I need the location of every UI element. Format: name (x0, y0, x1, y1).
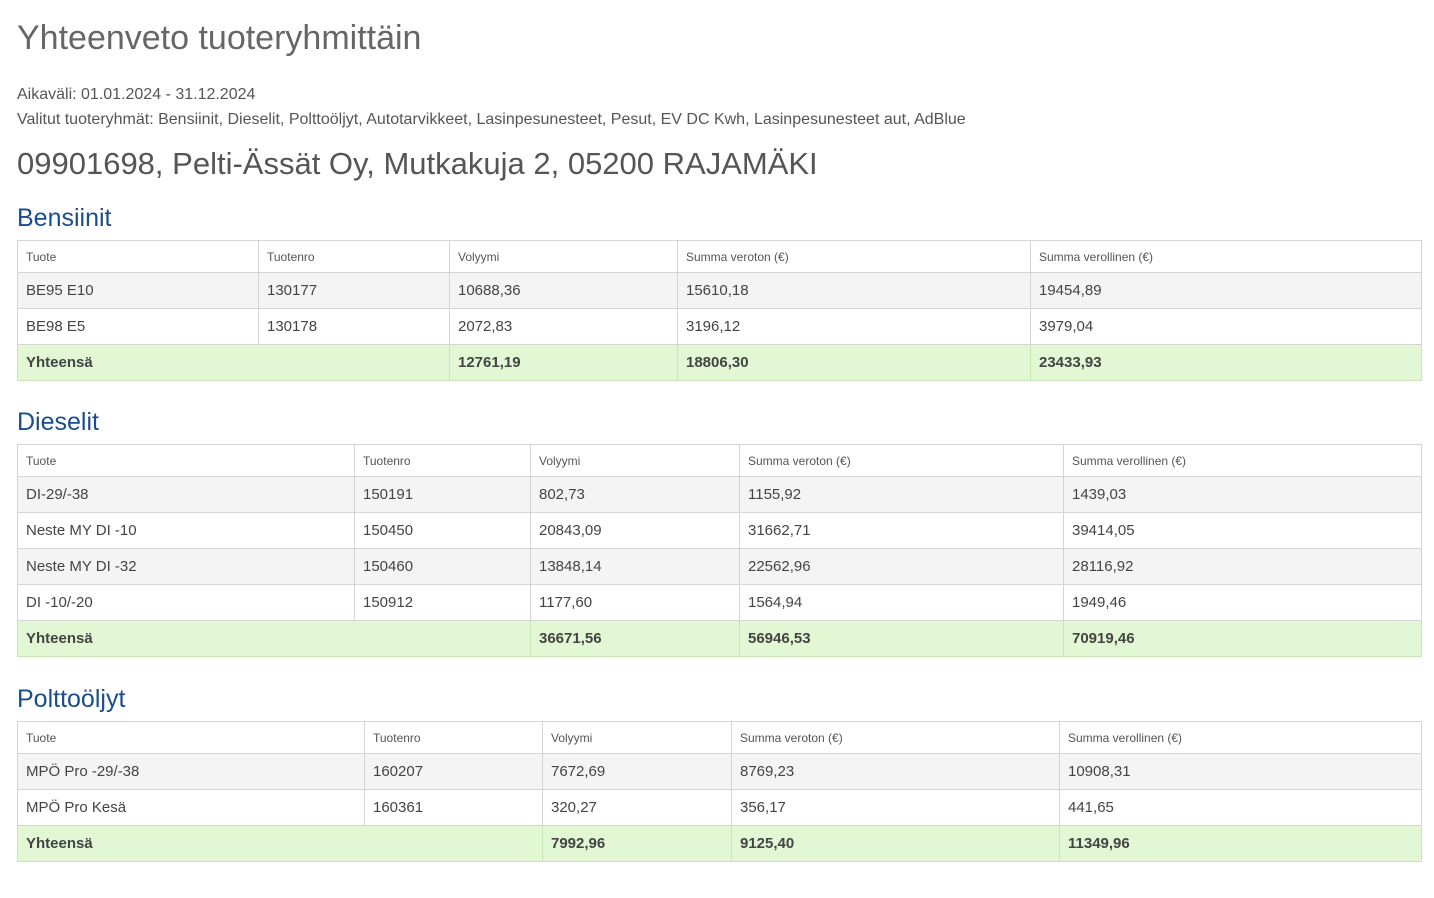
table-row: BE98 E5 130178 2072,83 3196,12 3979,04 (17, 308, 1422, 345)
sum-net-cell: 356,17 (731, 789, 1060, 826)
total-label: Yhteensä (17, 344, 450, 381)
sum-gross-cell: 28116,92 (1063, 548, 1422, 585)
volume-cell: 320,27 (542, 789, 732, 826)
total-label: Yhteensä (17, 825, 543, 862)
group-title: Bensiinit (17, 204, 112, 232)
table-row: Neste MY DI -10 150450 20843,09 31662,71… (17, 512, 1422, 549)
total-volume: 36671,56 (530, 620, 740, 657)
product-no-cell: 150450 (354, 512, 531, 549)
group-title: Dieselit (17, 408, 99, 436)
sum-net-cell: 8769,23 (731, 753, 1060, 790)
table-row: DI -10/-20 150912 1177,60 1564,94 1949,4… (17, 584, 1422, 621)
product-no-cell: 130178 (258, 308, 450, 345)
sum-gross-cell: 441,65 (1059, 789, 1422, 826)
product-table: Tuote Tuotenro Volyymi Summa veroton (€)… (17, 444, 1422, 657)
total-volume: 7992,96 (542, 825, 732, 862)
product-no-cell: 150912 (354, 584, 531, 621)
total-row: Yhteensä 7992,96 9125,40 11349,96 (17, 825, 1422, 862)
table-header-row: Tuote Tuotenro Volyymi Summa veroton (€)… (17, 240, 1422, 273)
column-header-product: Tuote (17, 240, 259, 273)
column-header-sum-net: Summa veroton (€) (739, 444, 1064, 477)
column-header-sum-gross: Summa verollinen (€) (1059, 721, 1422, 754)
product-cell: Neste MY DI -32 (17, 548, 355, 585)
table-header-row: Tuote Tuotenro Volyymi Summa veroton (€)… (17, 721, 1422, 754)
total-volume: 12761,19 (449, 344, 678, 381)
page-title: Yhteenveto tuoteryhmittäin (17, 19, 422, 57)
sum-gross-cell: 3979,04 (1030, 308, 1422, 345)
total-row: Yhteensä 36671,56 56946,53 70919,46 (17, 620, 1422, 657)
total-sum-net: 56946,53 (739, 620, 1064, 657)
sum-net-cell: 1155,92 (739, 476, 1064, 513)
column-header-sum-gross: Summa verollinen (€) (1063, 444, 1422, 477)
volume-cell: 802,73 (530, 476, 740, 513)
sum-net-cell: 1564,94 (739, 584, 1064, 621)
product-no-cell: 150460 (354, 548, 531, 585)
product-cell: BE95 E10 (17, 272, 259, 309)
sum-gross-cell: 1949,46 (1063, 584, 1422, 621)
column-header-sum-net: Summa veroton (€) (677, 240, 1031, 273)
sum-gross-cell: 39414,05 (1063, 512, 1422, 549)
sum-gross-cell: 10908,31 (1059, 753, 1422, 790)
volume-cell: 2072,83 (449, 308, 678, 345)
group-title: Polttoöljyt (17, 685, 126, 713)
report: Yhteenveto tuoteryhmittäin Aikaväli: 01.… (17, 0, 1422, 862)
table-row: MPÖ Pro Kesä 160361 320,27 356,17 441,65 (17, 789, 1422, 826)
total-sum-gross: 70919,46 (1063, 620, 1422, 657)
column-header-product-no: Tuotenro (354, 444, 531, 477)
column-header-volume: Volyymi (530, 444, 740, 477)
sum-net-cell: 31662,71 (739, 512, 1064, 549)
sum-net-cell: 22562,96 (739, 548, 1064, 585)
selected-product-groups: Valitut tuoteryhmät: Bensiinit, Dieselit… (17, 111, 966, 128)
product-no-cell: 130177 (258, 272, 450, 309)
product-cell: Neste MY DI -10 (17, 512, 355, 549)
table-header-row: Tuote Tuotenro Volyymi Summa veroton (€)… (17, 444, 1422, 477)
product-cell: DI -10/-20 (17, 584, 355, 621)
product-cell: DI-29/-38 (17, 476, 355, 513)
group-section-bensiinit: Bensiinit Tuote Tuotenro Volyymi Summa v… (17, 201, 1422, 381)
product-no-cell: 160361 (364, 789, 543, 826)
total-sum-net: 18806,30 (677, 344, 1031, 381)
table-row: Neste MY DI -32 150460 13848,14 22562,96… (17, 548, 1422, 585)
product-table: Tuote Tuotenro Volyymi Summa veroton (€)… (17, 721, 1422, 862)
group-section-polttooljyt: Polttoöljyt Tuote Tuotenro Volyymi Summa… (17, 682, 1422, 862)
total-row: Yhteensä 12761,19 18806,30 23433,93 (17, 344, 1422, 381)
sum-net-cell: 15610,18 (677, 272, 1031, 309)
volume-cell: 7672,69 (542, 753, 732, 790)
volume-cell: 10688,36 (449, 272, 678, 309)
product-cell: BE98 E5 (17, 308, 259, 345)
product-cell: MPÖ Pro Kesä (17, 789, 365, 826)
product-no-cell: 150191 (354, 476, 531, 513)
total-sum-gross: 11349,96 (1059, 825, 1422, 862)
column-header-product-no: Tuotenro (258, 240, 450, 273)
group-section-dieselit: Dieselit Tuote Tuotenro Volyymi Summa ve… (17, 405, 1422, 657)
table-row: BE95 E10 130177 10688,36 15610,18 19454,… (17, 272, 1422, 309)
customer-heading: 09901698, Pelti-Ässät Oy, Mutkakuja 2, 0… (17, 146, 818, 181)
sum-net-cell: 3196,12 (677, 308, 1031, 345)
sum-gross-cell: 1439,03 (1063, 476, 1422, 513)
sum-gross-cell: 19454,89 (1030, 272, 1422, 309)
volume-cell: 13848,14 (530, 548, 740, 585)
table-row: DI-29/-38 150191 802,73 1155,92 1439,03 (17, 476, 1422, 513)
date-range: Aikaväli: 01.01.2024 - 31.12.2024 (17, 86, 256, 103)
total-label: Yhteensä (17, 620, 531, 657)
column-header-product: Tuote (17, 721, 365, 754)
column-header-product-no: Tuotenro (364, 721, 543, 754)
total-sum-net: 9125,40 (731, 825, 1060, 862)
column-header-product: Tuote (17, 444, 355, 477)
product-cell: MPÖ Pro -29/-38 (17, 753, 365, 790)
total-sum-gross: 23433,93 (1030, 344, 1422, 381)
column-header-sum-net: Summa veroton (€) (731, 721, 1060, 754)
report-meta: Aikaväli: 01.01.2024 - 31.12.2024 Valitu… (17, 82, 1421, 132)
column-header-volume: Volyymi (542, 721, 732, 754)
table-row: MPÖ Pro -29/-38 160207 7672,69 8769,23 1… (17, 753, 1422, 790)
volume-cell: 1177,60 (530, 584, 740, 621)
product-table: Tuote Tuotenro Volyymi Summa veroton (€)… (17, 240, 1422, 381)
column-header-volume: Volyymi (449, 240, 678, 273)
product-no-cell: 160207 (364, 753, 543, 790)
column-header-sum-gross: Summa verollinen (€) (1030, 240, 1422, 273)
volume-cell: 20843,09 (530, 512, 740, 549)
